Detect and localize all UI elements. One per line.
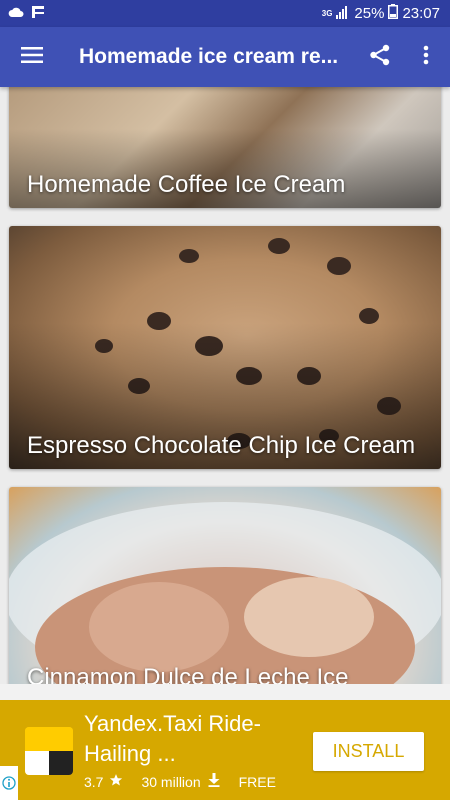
clock: 23:07 bbox=[402, 5, 440, 22]
recipe-card[interactable]: Espresso Chocolate Chip Ice Cream bbox=[9, 226, 441, 469]
recipe-title: Homemade Coffee Ice Cream bbox=[27, 171, 346, 198]
menu-button[interactable] bbox=[8, 33, 56, 81]
more-vert-icon bbox=[423, 45, 429, 70]
app-f-icon bbox=[32, 5, 44, 23]
share-icon bbox=[369, 44, 391, 71]
recipe-title: Espresso Chocolate Chip Ice Cream bbox=[27, 432, 416, 459]
status-bar: 3G 25% 23:07 bbox=[0, 0, 450, 27]
share-button[interactable] bbox=[356, 33, 404, 81]
signal-icon bbox=[336, 5, 350, 23]
ad-choices-icon[interactable] bbox=[0, 766, 18, 800]
battery-percent: 25% bbox=[354, 5, 385, 22]
recipe-title: Cinnamon Dulce de Leche Ice bbox=[27, 664, 349, 684]
hamburger-menu-icon bbox=[21, 46, 43, 68]
cloud-icon bbox=[8, 5, 24, 23]
ad-app-icon[interactable] bbox=[25, 727, 73, 775]
ad-meta: 3.7 30 million FREE bbox=[84, 773, 276, 790]
recipe-image bbox=[9, 487, 441, 684]
more-options-button[interactable] bbox=[402, 33, 450, 81]
ad-price: FREE bbox=[238, 773, 276, 790]
network-type-label: 3G bbox=[321, 8, 333, 18]
install-button[interactable]: INSTALL bbox=[313, 732, 424, 771]
battery-icon bbox=[388, 4, 399, 23]
ad-rating: 3.7 bbox=[84, 773, 104, 790]
app-bar: Homemade ice cream re... bbox=[0, 27, 450, 87]
recipe-card[interactable]: Cinnamon Dulce de Leche Ice bbox=[9, 487, 441, 684]
recipe-list[interactable]: Homemade Coffee Ice Cream Espresso Choco… bbox=[0, 87, 450, 684]
download-icon bbox=[207, 773, 221, 790]
app-title: Homemade ice cream re... bbox=[79, 45, 339, 68]
recipe-card[interactable]: Homemade Coffee Ice Cream bbox=[9, 87, 441, 208]
ad-downloads: 30 million bbox=[141, 773, 201, 790]
star-icon bbox=[109, 773, 123, 790]
ad-title[interactable]: Yandex.Taxi Ride-Hailing ... bbox=[84, 709, 299, 769]
